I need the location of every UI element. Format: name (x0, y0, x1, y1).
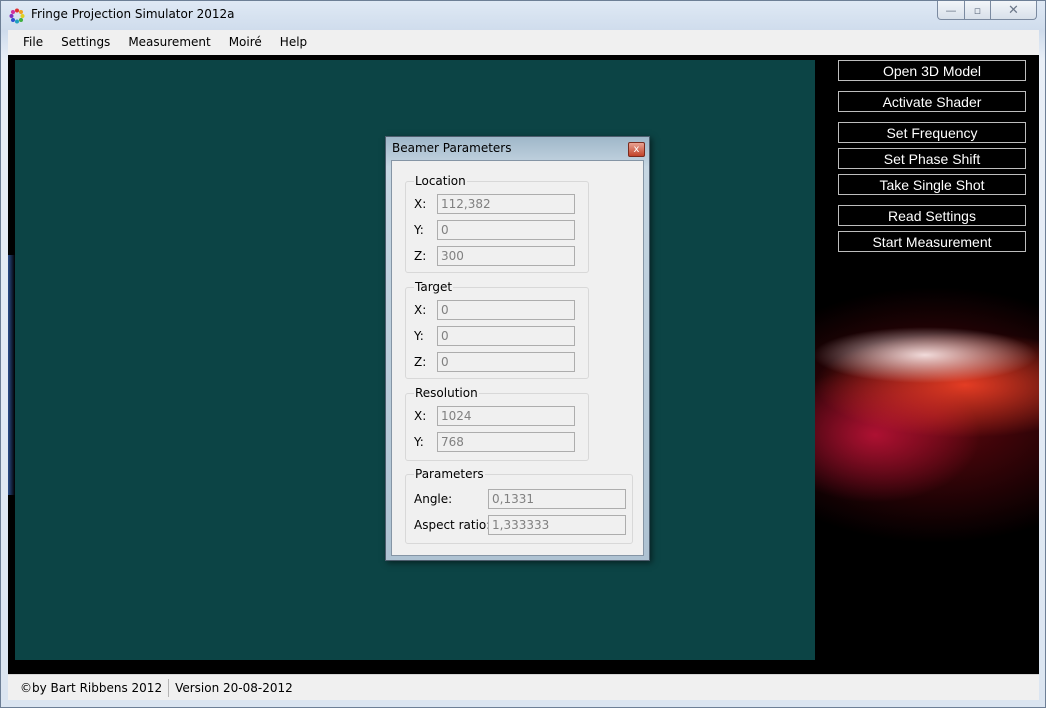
read-settings-button[interactable]: Read Settings (838, 205, 1026, 226)
target-y-field[interactable]: 0 (437, 326, 575, 346)
menu-measurement[interactable]: Measurement (119, 30, 219, 55)
location-x-label: X: (414, 197, 427, 211)
target-x-label: X: (414, 303, 427, 317)
dialog-title: Beamer Parameters (392, 141, 512, 155)
aspect-ratio-label: Aspect ratio: (414, 518, 491, 532)
resolution-group-title: Resolution (414, 386, 479, 400)
menu-bar: File Settings Measurement Moiré Help (8, 30, 1039, 55)
activate-shader-button[interactable]: Activate Shader (838, 91, 1026, 112)
parameters-group: Parameters Angle: 0,1331 Aspect ratio: 1… (405, 467, 633, 544)
target-group-title: Target (414, 280, 454, 294)
beamer-parameters-dialog: Beamer Parameters x Location X: 112,382 … (385, 136, 650, 561)
menu-settings[interactable]: Settings (52, 30, 119, 55)
resolution-x-label: X: (414, 409, 427, 423)
angle-label: Angle: (414, 492, 453, 506)
maximize-button[interactable]: ▫ (965, 1, 991, 20)
set-frequency-button[interactable]: Set Frequency (838, 122, 1026, 143)
app-logo-icon (9, 8, 25, 24)
target-z-field[interactable]: 0 (437, 352, 575, 372)
status-copyright: ©by Bart Ribbens 2012 (8, 678, 170, 697)
target-group: Target X: 0 Y: 0 Z: 0 (405, 280, 589, 379)
dialog-close-button[interactable]: x (628, 142, 645, 157)
open-3d-model-button[interactable]: Open 3D Model (838, 60, 1026, 81)
control-panel: Open 3D Model Activate Shader Set Freque… (815, 55, 1039, 674)
target-y-label: Y: (414, 329, 424, 343)
maximize-icon: ▫ (973, 3, 982, 17)
aspect-ratio-field[interactable]: 1,333333 (488, 515, 626, 535)
parameters-group-title: Parameters (414, 467, 485, 481)
close-button[interactable]: ✕ (991, 1, 1037, 20)
status-bar: ©by Bart Ribbens 2012 Version 20-08-2012 (8, 674, 1039, 700)
minimize-button[interactable]: — (937, 1, 965, 20)
background-glow (8, 255, 15, 495)
location-y-field[interactable]: 0 (437, 220, 575, 240)
location-z-label: Z: (414, 249, 427, 263)
title-bar[interactable]: Fringe Projection Simulator 2012a — ▫ ✕ (1, 1, 1045, 29)
window-title: Fringe Projection Simulator 2012a (31, 7, 235, 21)
status-version: Version 20-08-2012 (175, 680, 293, 695)
set-phase-shift-button[interactable]: Set Phase Shift (838, 148, 1026, 169)
location-x-field[interactable]: 112,382 (437, 194, 575, 214)
resolution-group: Resolution X: 1024 Y: 768 (405, 386, 589, 461)
angle-field[interactable]: 0,1331 (488, 489, 626, 509)
menu-file[interactable]: File (8, 30, 52, 55)
minimize-icon: — (945, 3, 957, 17)
dialog-body: Location X: 112,382 Y: 0 Z: 300 Target X… (391, 160, 644, 556)
menu-help[interactable]: Help (271, 30, 316, 55)
location-group: Location X: 112,382 Y: 0 Z: 300 (405, 174, 589, 273)
resolution-x-field[interactable]: 1024 (437, 406, 575, 426)
resolution-y-label: Y: (414, 435, 424, 449)
location-group-title: Location (414, 174, 467, 188)
menu-moire[interactable]: Moiré (220, 30, 271, 55)
location-z-field[interactable]: 300 (437, 246, 575, 266)
resolution-y-field[interactable]: 768 (437, 432, 575, 452)
caption-buttons: — ▫ ✕ (937, 1, 1037, 20)
target-x-field[interactable]: 0 (437, 300, 575, 320)
close-icon: ✕ (1008, 2, 1019, 18)
target-z-label: Z: (414, 355, 427, 369)
start-measurement-button[interactable]: Start Measurement (838, 231, 1026, 252)
take-single-shot-button[interactable]: Take Single Shot (838, 174, 1026, 195)
close-icon: x (633, 144, 640, 155)
location-y-label: Y: (414, 223, 424, 237)
